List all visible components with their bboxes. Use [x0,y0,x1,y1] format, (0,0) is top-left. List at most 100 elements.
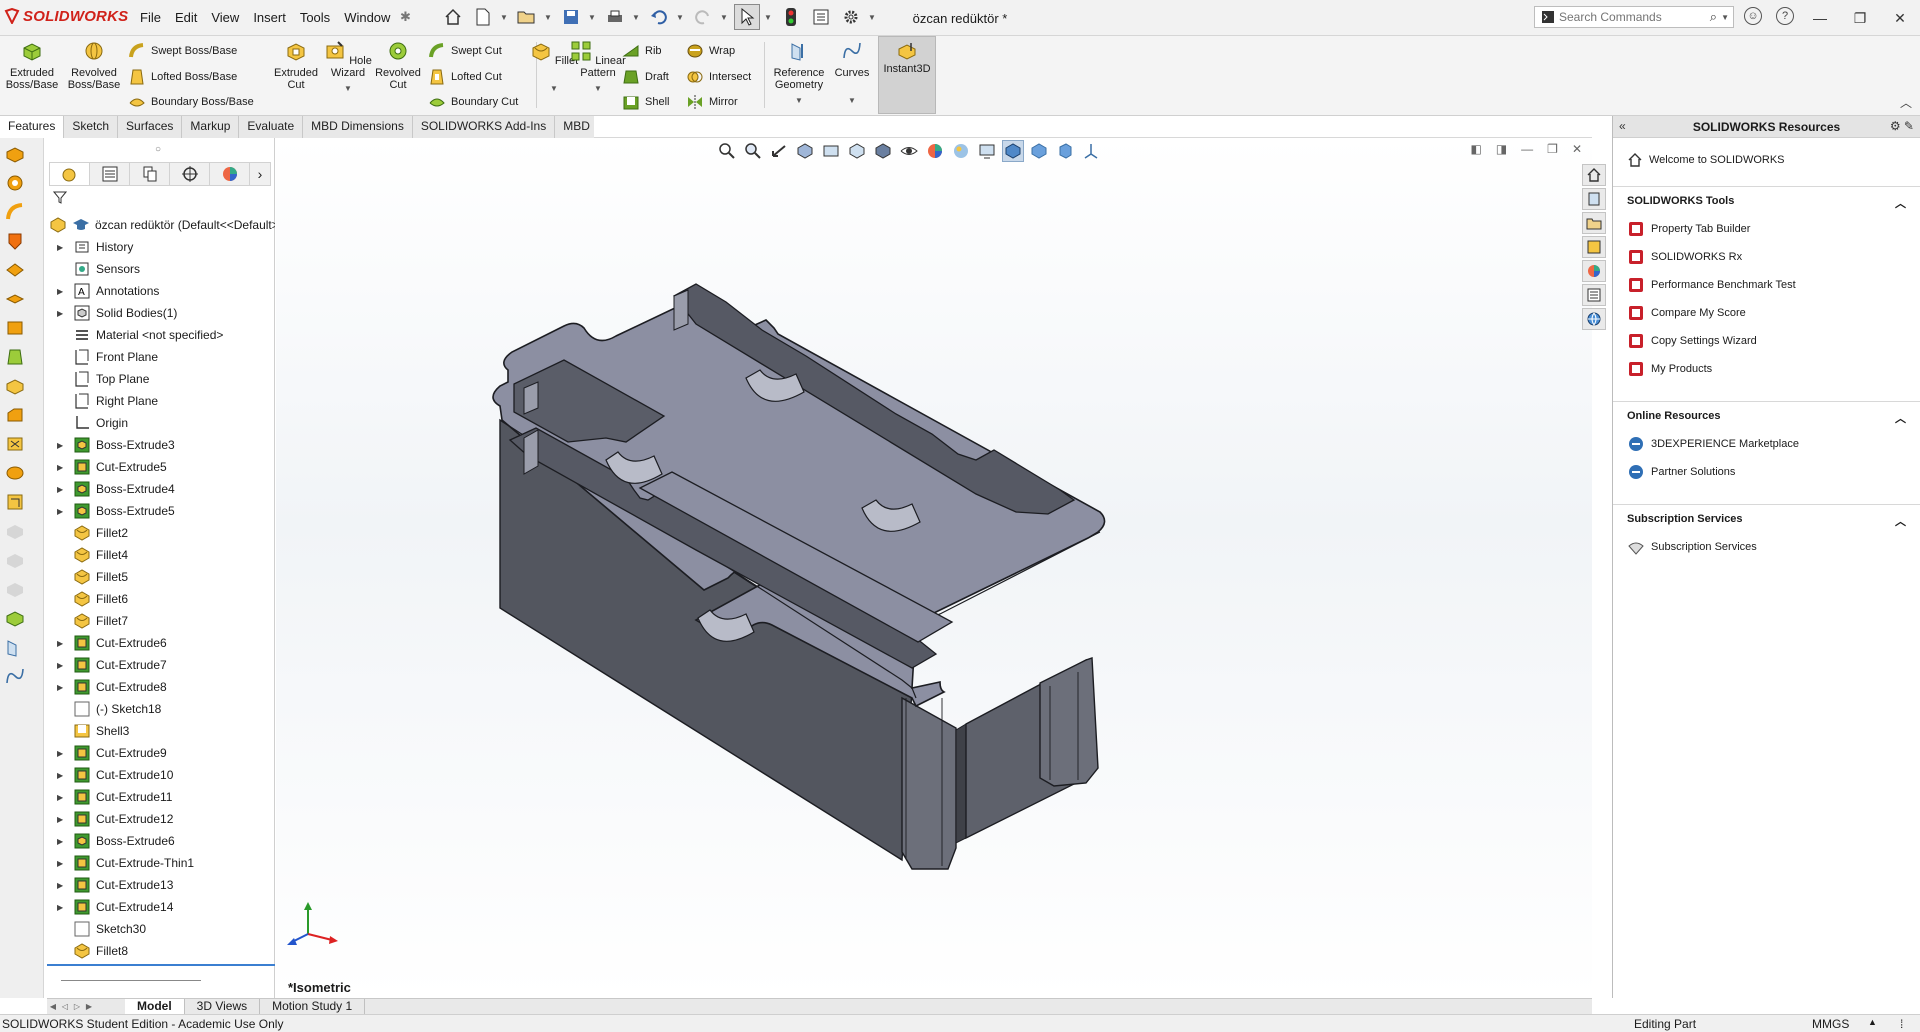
tab-configuration-manager[interactable] [130,163,170,185]
curves-button[interactable]: Curves ▼ [828,40,876,107]
expand-arrow-icon[interactable]: ▶ [57,837,67,846]
panel-grip[interactable]: ○ [155,144,161,155]
filter-icon[interactable] [52,190,68,207]
next-tab-arrow[interactable]: ▷ [71,1002,83,1011]
mirror-button[interactable]: Mirror [686,90,738,114]
tab-appearances[interactable] [1582,260,1606,282]
expand-arrow-icon[interactable]: ▶ [57,815,67,824]
tab-view-palette[interactable] [1582,236,1606,258]
tree-node[interactable]: ▶ Cut-Extrude14 [47,896,275,918]
tree-node[interactable]: ▶ Cut-Extrude13 [47,874,275,896]
expand-arrow-icon[interactable]: ▶ [57,485,67,494]
tab-sketch[interactable]: Sketch [64,116,119,138]
tree-node[interactable]: ▶ Cut-Extrude6 [47,632,275,654]
undo-button[interactable] [646,4,672,30]
sweep-shortcut-icon[interactable] [4,202,26,222]
tree-node[interactable]: Sketch30 [47,918,275,940]
chevron-up-icon[interactable]: ︿ [1895,410,1906,426]
fillet-shortcut-icon[interactable] [4,376,26,396]
task-pane-link[interactable]: Compare My Score [1613,299,1920,327]
task-pane-link[interactable]: Copy Settings Wizard [1613,327,1920,355]
expand-arrow-icon[interactable]: ▶ [57,881,67,890]
tree-node[interactable]: Top Plane [47,368,275,390]
tree-node[interactable]: ▶ Cut-Extrude9 [47,742,275,764]
revolve-shortcut-icon[interactable] [4,173,26,193]
tab-custom-properties[interactable] [1582,284,1606,306]
tree-node[interactable]: (-) Sketch18 [47,698,275,720]
tab-features[interactable]: Features [0,116,65,138]
tab-markup[interactable]: Markup [182,116,240,138]
solidworks-logo[interactable]: SOLIDWORKS [4,8,128,25]
expand-arrow-icon[interactable]: ▶ [57,507,67,516]
expand-arrow-icon[interactable]: ▶ [57,441,67,450]
expand-arrow-icon[interactable]: ▶ [57,793,67,802]
tree-node[interactable]: Shell3 [47,720,275,742]
redo-button[interactable] [690,4,716,30]
face-shortcut-icon[interactable] [4,318,26,338]
expand-arrow-icon[interactable]: ▶ [57,463,67,472]
tab-display-manager[interactable] [210,163,250,185]
prev-tab-arrow[interactable]: ◁ [59,1002,71,1011]
restore-button[interactable]: ❐ [1840,0,1880,36]
menu-tools[interactable]: Tools [300,10,330,25]
curves-dropdown-arrow[interactable]: ▼ [828,95,876,107]
tree-node[interactable]: Front Plane [47,346,275,368]
expand-arrow-icon[interactable]: ▶ [57,661,67,670]
expand-arrow-icon[interactable]: ▶ [57,287,67,296]
tab-mbd[interactable]: MBD [555,116,599,138]
boundary-boss-button[interactable]: Boundary Boss/Base [128,90,254,114]
tab-surfaces[interactable]: Surfaces [118,116,183,138]
rollback-bar[interactable] [47,964,275,966]
hole-wizard-dropdown-arrow[interactable]: ▼ [320,83,376,95]
file-properties-button[interactable] [808,4,834,30]
task-pane-link[interactable]: Subscription Services [1613,533,1920,561]
search-dropdown-arrow[interactable]: ▼ [1721,13,1729,22]
swept-cut-button[interactable]: Swept Cut [428,39,502,63]
section-header[interactable]: Online Resources ︿ [1613,402,1920,430]
options-dropdown-arrow[interactable]: ▼ [868,4,878,30]
tab-solidworks-addins[interactable]: SOLIDWORKS Add-Ins [413,116,556,138]
chevron-up-icon[interactable]: ︿ [1895,513,1906,529]
expand-arrow-icon[interactable]: ▶ [57,903,67,912]
collapse-task-pane-icon[interactable]: « [1619,119,1626,133]
pattern-shortcut-icon[interactable] [4,260,26,280]
tree-node[interactable]: ▶ Cut-Extrude-Thin1 [47,852,275,874]
swept-boss-button[interactable]: Swept Boss/Base [128,39,237,63]
menu-view[interactable]: View [211,10,239,25]
intersect-button[interactable]: Intersect [686,65,751,89]
tree-node[interactable]: ▶ Cut-Extrude11 [47,786,275,808]
tab-model[interactable]: Model [125,999,185,1014]
tab-property-manager[interactable] [90,163,130,185]
chamfer-shortcut-icon[interactable] [4,405,26,425]
tab-file-explorer[interactable] [1582,212,1606,234]
task-pane-link[interactable]: My Products [1613,355,1920,383]
tab-mbd-dimensions[interactable]: MBD Dimensions [303,116,413,138]
tab-dimxpert-manager[interactable] [170,163,210,185]
expand-arrow-icon[interactable]: ▶ [57,683,67,692]
draft-button[interactable]: Draft [622,65,669,89]
undo-dropdown-arrow[interactable]: ▼ [676,4,686,30]
graphics-area[interactable]: ◧ ◨ — ❐ ✕ *Isometric [276,138,1592,998]
units-selector[interactable]: MMGS [1812,1017,1849,1031]
part-model[interactable] [276,138,1592,998]
tree-node[interactable]: ▶ Cut-Extrude8 [47,676,275,698]
tree-node[interactable]: ▶ History [47,236,275,258]
menu-edit[interactable]: Edit [175,10,197,25]
wrap-shortcut-icon[interactable] [4,463,26,483]
lofted-boss-button[interactable]: Lofted Boss/Base [128,65,237,89]
tree-node[interactable]: Material <not specified> [47,324,275,346]
tab-design-library[interactable] [1582,188,1606,210]
task-pane-link[interactable]: 3DEXPERIENCE Marketplace [1613,430,1920,458]
tab-feature-tree[interactable] [50,163,90,185]
tree-node[interactable]: Right Plane [47,390,275,412]
tab-motion-study-1[interactable]: Motion Study 1 [260,999,366,1014]
tree-node[interactable]: ▶ Boss-Extrude6 [47,830,275,852]
tab-evaluate[interactable]: Evaluate [239,116,304,138]
expand-arrow-icon[interactable]: ▶ [57,771,67,780]
options-button[interactable] [838,4,864,30]
user-account-icon[interactable]: ☺ [1744,7,1762,25]
tree-root-part[interactable]: özcan redüktör (Default<<Default>_Displa… [47,214,275,236]
boundary-shortcut-icon[interactable] [4,289,26,309]
rebuild-button[interactable] [778,4,804,30]
tree-node[interactable]: ▶ Boss-Extrude5 [47,500,275,522]
